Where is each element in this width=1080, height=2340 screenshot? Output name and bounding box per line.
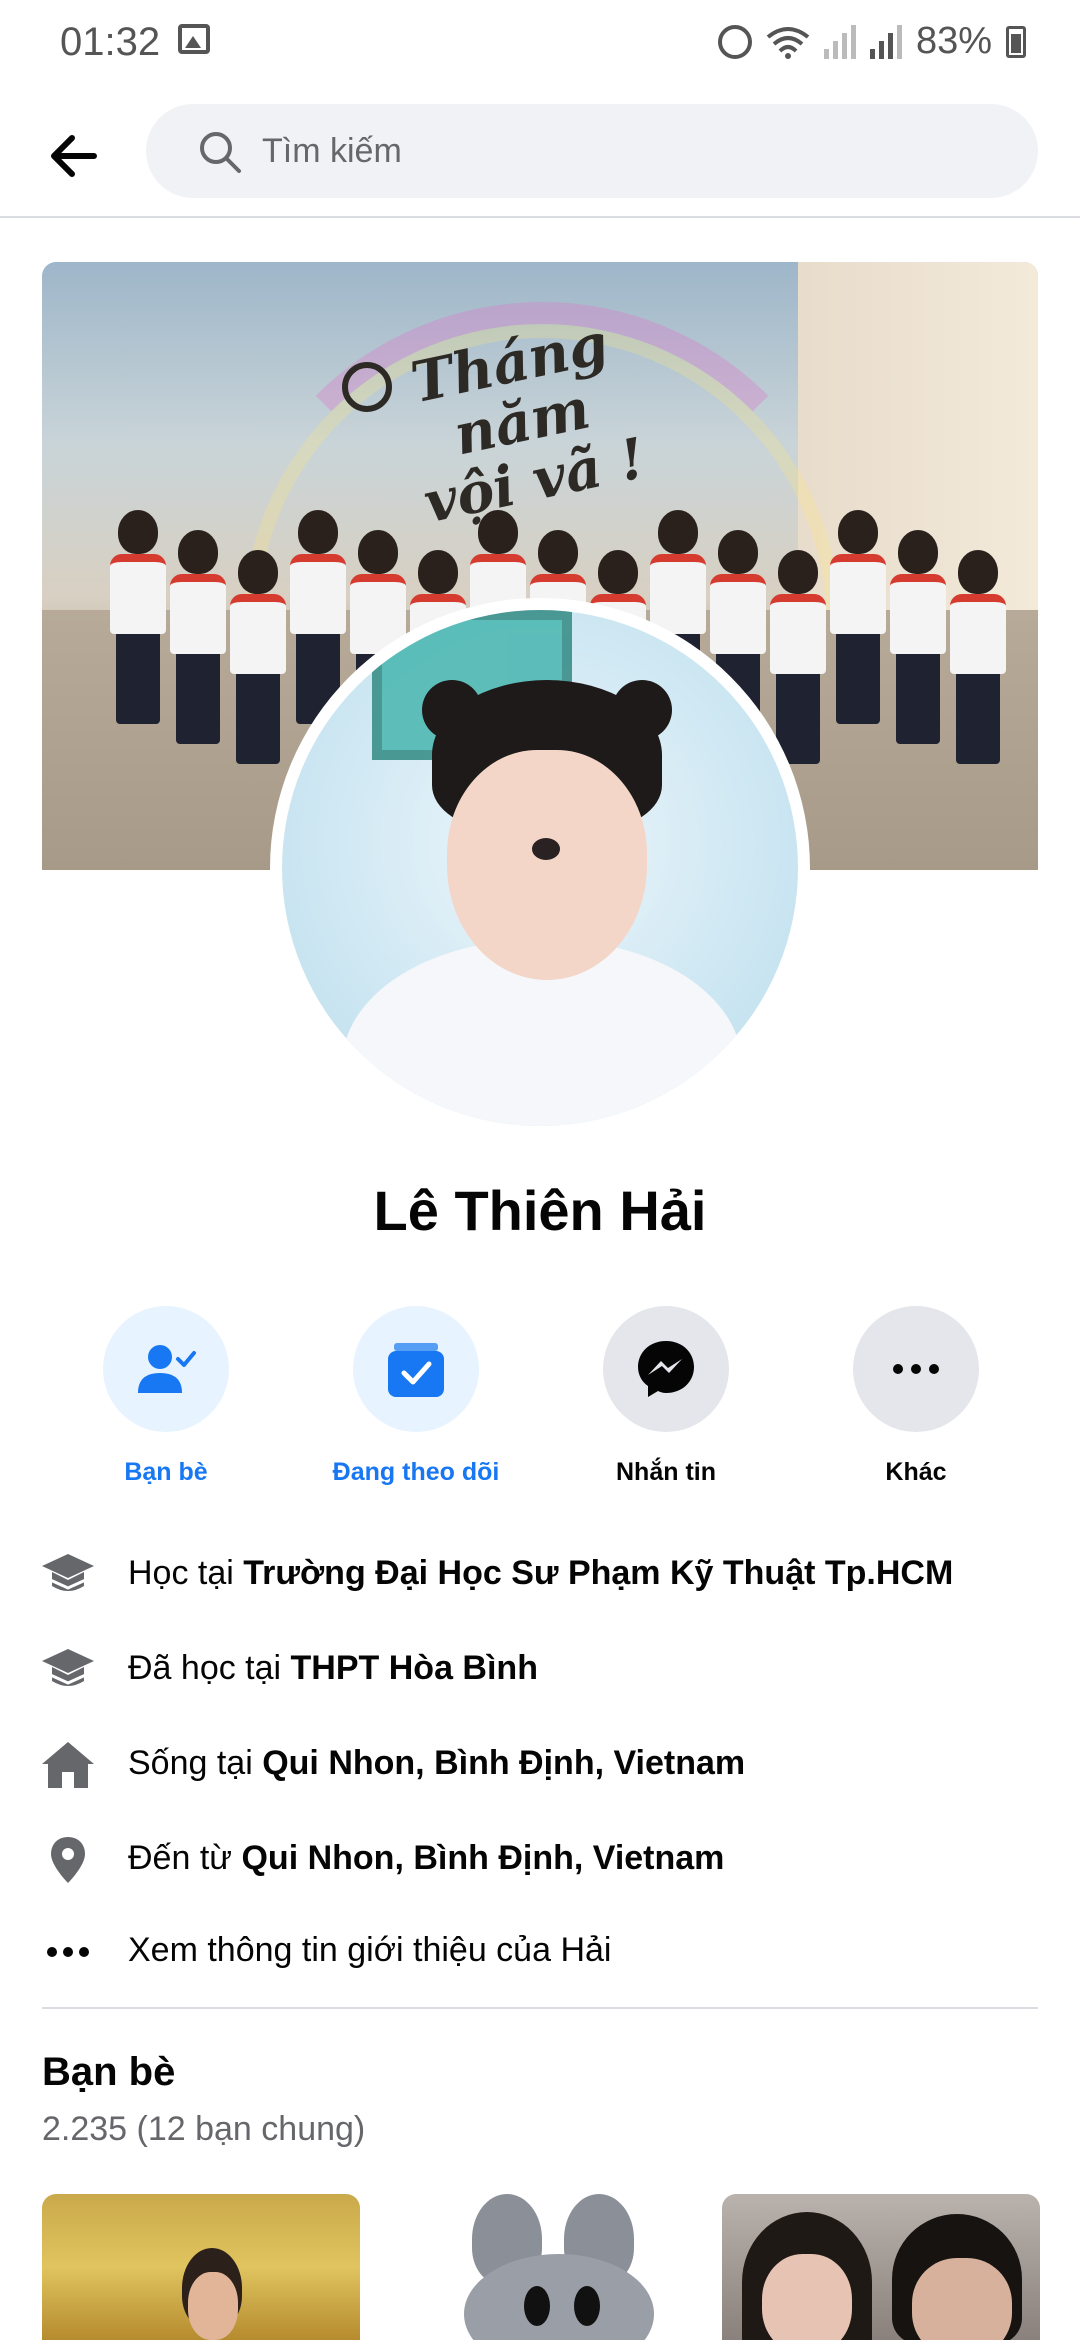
- battery-icon: [1006, 25, 1026, 58]
- location-pin-icon: [51, 1837, 85, 1883]
- friend-thumbnail[interactable]: [42, 2194, 360, 2340]
- school-icon: [42, 1554, 94, 1591]
- cover-person-figure: [830, 510, 886, 724]
- friends-button-label: Bạn bè: [124, 1458, 208, 1486]
- status-time: 01:32: [60, 20, 161, 64]
- friend-thumbnail[interactable]: [722, 2194, 1040, 2340]
- battery-percent: 83%: [915, 20, 992, 62]
- following-button[interactable]: Đang theo dõi: [291, 1306, 541, 1487]
- status-icons: 83%: [717, 20, 1026, 63]
- signal-icon: [823, 24, 856, 59]
- cover-person-figure: [950, 550, 1006, 764]
- info-row-studied: Đã học tại THPT Hòa Bình: [0, 1635, 1080, 1705]
- friends-section-title: Bạn bè: [42, 2050, 176, 2094]
- cover-person-figure: [230, 550, 286, 764]
- friends-button[interactable]: Bạn bè: [41, 1306, 291, 1487]
- friend-thumbnail[interactable]: [414, 2194, 732, 2340]
- school-icon: [42, 1649, 94, 1686]
- cover-person-figure: [890, 530, 946, 744]
- profile-avatar[interactable]: [282, 610, 798, 1126]
- following-button-label: Đang theo dõi: [332, 1458, 500, 1486]
- more-button-label: Khác: [885, 1458, 947, 1486]
- more-dots-icon: [47, 1947, 89, 1957]
- top-bar: [0, 100, 1080, 218]
- friends-check-icon: [138, 1345, 196, 1393]
- more-icon: [893, 1364, 939, 1374]
- cover-person-figure: [170, 530, 226, 744]
- following-check-icon: [388, 1343, 444, 1397]
- section-divider: [42, 2007, 1038, 2009]
- profile-actions: Bạn bè Đang theo dõi Nhắn tin Khác: [0, 1306, 1080, 1486]
- see-about-link[interactable]: Xem thông tin giới thiệu của Hải: [0, 1917, 1080, 1987]
- gallery-notification-icon: [178, 24, 210, 54]
- search-bar[interactable]: [146, 104, 1038, 198]
- profile-name: Lê Thiên Hải: [373, 1179, 707, 1242]
- more-button[interactable]: Khác: [791, 1306, 1041, 1487]
- alarm-icon: [717, 24, 752, 59]
- search-icon: [200, 132, 241, 173]
- cover-person-figure: [770, 550, 826, 764]
- back-arrow-icon[interactable]: [44, 126, 104, 186]
- messenger-icon: [638, 1341, 694, 1397]
- signal-icon-2: [869, 24, 902, 59]
- search-input[interactable]: [262, 126, 962, 176]
- message-button[interactable]: Nhắn tin: [541, 1306, 791, 1487]
- info-row-study: Học tại Trường Đại Học Sư Phạm Kỹ Thuật …: [0, 1540, 1080, 1610]
- wifi-icon: [766, 26, 810, 59]
- home-icon: [42, 1742, 94, 1788]
- info-row-lives: Sống tại Qui Nhon, Bình Định, Vietnam: [0, 1730, 1080, 1800]
- friends-count: 2.235 (12 bạn chung): [42, 2110, 366, 2148]
- status-bar: 01:32 83%: [0, 0, 1080, 86]
- message-button-label: Nhắn tin: [616, 1458, 716, 1486]
- info-row-from: Đến từ Qui Nhon, Bình Định, Vietnam: [0, 1825, 1080, 1895]
- cover-person-figure: [110, 510, 166, 724]
